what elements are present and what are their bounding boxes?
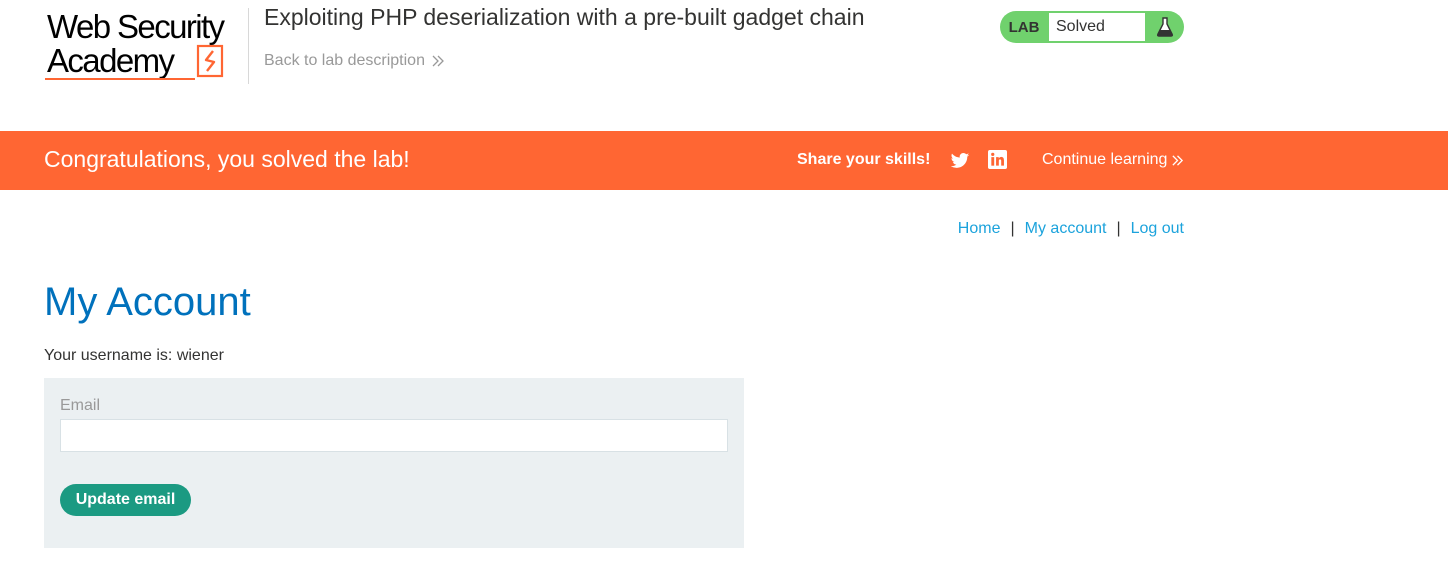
- update-email-button[interactable]: Update email: [60, 484, 191, 516]
- lab-status-widget: LAB Solved: [1000, 11, 1184, 43]
- twitter-icon[interactable]: [950, 151, 970, 171]
- header: Web Security Academy Exploiting PHP dese…: [0, 0, 1448, 131]
- continue-learning-link[interactable]: Continue learning: [1042, 151, 1184, 169]
- nav-log-out-link[interactable]: Log out: [1131, 220, 1184, 238]
- lab-status-value: Solved: [1048, 12, 1146, 42]
- email-field[interactable]: [60, 419, 728, 452]
- top-nav: Home | My account | Log out: [958, 220, 1184, 238]
- double-chevron-right-icon: [432, 55, 444, 67]
- logo-bolt-icon: [196, 44, 224, 78]
- linkedin-icon[interactable]: [988, 150, 1007, 169]
- nav-separator: |: [1010, 220, 1015, 237]
- back-to-lab-description-link[interactable]: Back to lab description: [264, 52, 445, 70]
- nav-home-link[interactable]: Home: [958, 220, 1001, 238]
- nav-separator: |: [1116, 220, 1121, 237]
- web-security-academy-logo[interactable]: Web Security Academy: [44, 8, 249, 84]
- logo-text-line1: Web Security: [47, 8, 225, 45]
- solved-message: Congratulations, you solved the lab!: [44, 146, 410, 172]
- double-chevron-right-icon: [1172, 154, 1184, 166]
- share-skills-label: Share your skills!: [797, 151, 931, 168]
- email-label: Email: [60, 397, 101, 414]
- logo-text-line2: Academy: [47, 42, 175, 79]
- change-email-form: Email Update email: [44, 378, 744, 548]
- username-text: Your username is: wiener: [44, 347, 224, 364]
- continue-learning-label: Continue learning: [1042, 151, 1168, 168]
- logo-underline: [45, 78, 195, 80]
- solved-banner: Congratulations, you solved the lab! Sha…: [0, 131, 1448, 190]
- back-link-label: Back to lab description: [264, 52, 425, 69]
- flask-icon: [1146, 17, 1184, 37]
- lab-status-tag: LAB: [1008, 18, 1040, 36]
- lab-title: Exploiting PHP deserialization with a pr…: [264, 4, 865, 30]
- nav-my-account-link[interactable]: My account: [1025, 220, 1107, 238]
- page-title: My Account: [44, 280, 251, 324]
